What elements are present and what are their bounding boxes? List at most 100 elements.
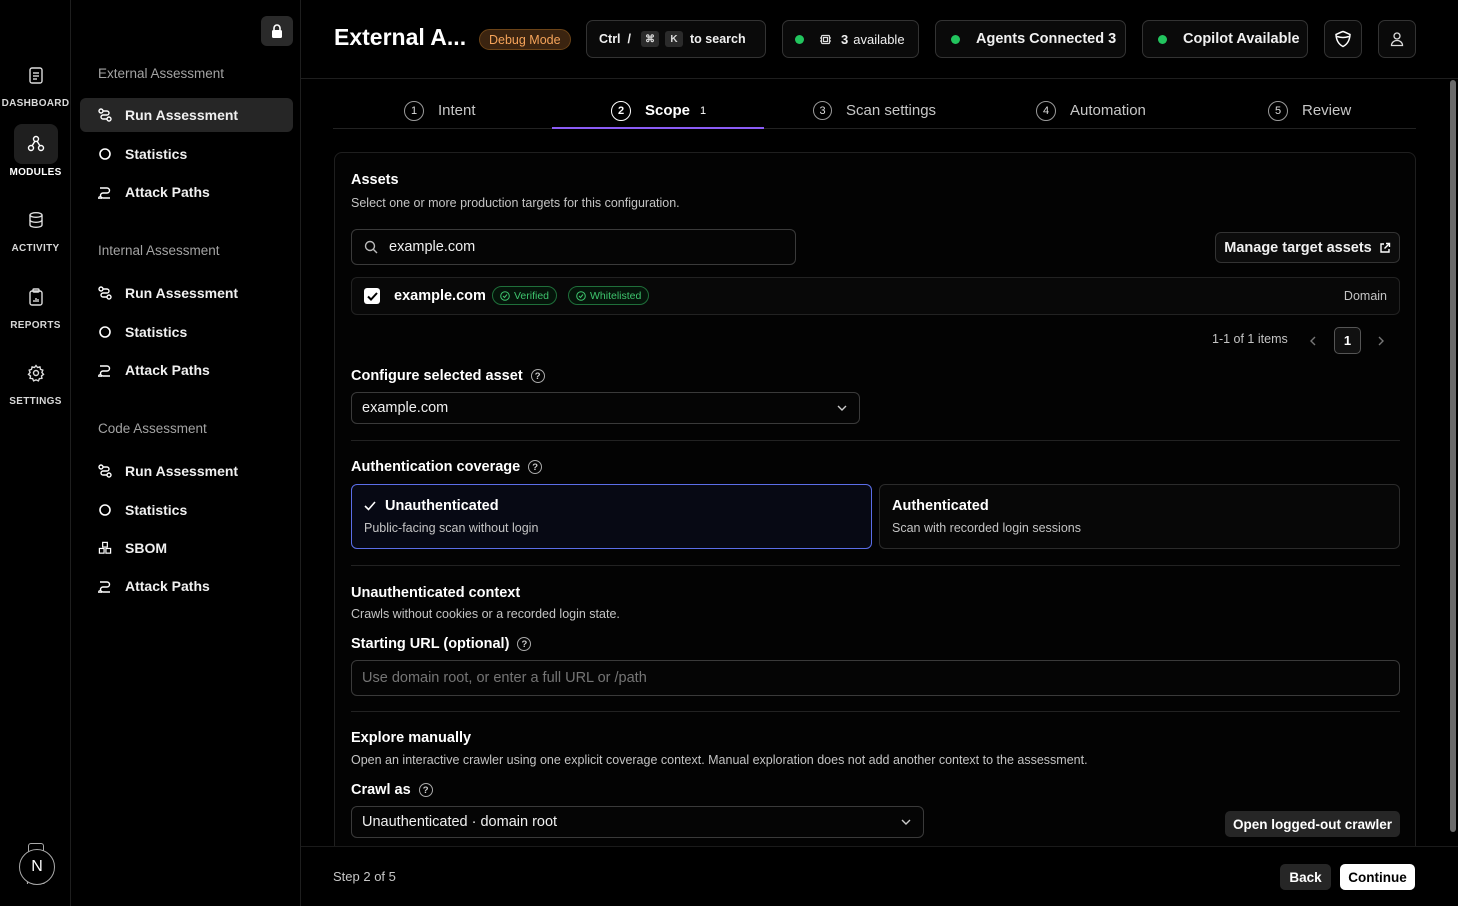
starting-url-input[interactable] (351, 660, 1400, 696)
gear-icon (14, 353, 58, 393)
tab-number: 2 (611, 100, 631, 121)
rail-item-settings[interactable]: SETTINGS (0, 353, 71, 407)
lock-sidebar-button[interactable] (261, 16, 293, 46)
ctrl-key: Ctrl (599, 32, 621, 46)
wizard-tabs: 1 Intent 2 Scope 1 3 Scan settings 4 Aut… (333, 92, 1416, 129)
chevron-down-icon (837, 405, 847, 411)
configure-asset-label: Configure selected asset ? (351, 368, 545, 384)
tab-count: 1 (700, 104, 707, 117)
tab-label: Review (1302, 102, 1352, 119)
auth-option-authenticated[interactable]: Authenticated Scan with recorded login s… (879, 484, 1400, 549)
rail-item-reports[interactable]: REPORTS (0, 277, 71, 331)
user-icon (1390, 32, 1404, 47)
assets-description: Select one or more production targets fo… (351, 196, 680, 210)
tab-scope[interactable]: 2 Scope 1 (611, 92, 706, 129)
sidebar: External Assessment Run Assessment Stati… (71, 0, 301, 906)
whitelisted-badge: Whitelisted (568, 286, 650, 305)
sidebar-item-label: SBOM (125, 540, 167, 556)
available-status[interactable]: 3 available (782, 20, 919, 58)
chevron-right-icon (1378, 336, 1384, 345)
badge-label: Whitelisted (590, 289, 642, 302)
sidebar-item-external-run-assessment[interactable]: Run Assessment (80, 98, 293, 132)
path-icon (98, 363, 112, 377)
tab-scan-settings[interactable]: 3 Scan settings (813, 92, 936, 129)
sidebar-item-internal-statistics[interactable]: Statistics (80, 315, 293, 349)
sidebar-item-code-attack-paths[interactable]: Attack Paths (80, 569, 293, 603)
search-value: example.com (389, 239, 476, 255)
rail-label: SETTINGS (9, 396, 62, 407)
wizard-footer: Step 2 of 5 Back Continue (301, 846, 1458, 906)
rail-item-modules[interactable]: MODULES (0, 124, 71, 178)
check-icon (366, 291, 378, 301)
help-icon[interactable]: ? (530, 369, 545, 383)
label-text: Authentication coverage (351, 459, 521, 475)
tab-automation[interactable]: 4 Automation (1036, 92, 1146, 129)
asset-name: example.com (394, 288, 486, 304)
debug-mode-badge: Debug Mode (479, 29, 571, 50)
asset-type: Domain (1343, 289, 1387, 303)
copilot-status[interactable]: Copilot Available (1142, 20, 1308, 58)
sidebar-item-label: Run Assessment (125, 107, 239, 123)
avatar[interactable]: N (19, 849, 55, 885)
rail-item-dashboard[interactable]: DASHBOARD (0, 55, 71, 109)
option-title-text: Unauthenticated (385, 498, 499, 514)
report-icon (14, 277, 58, 317)
modules-icon (13, 124, 58, 164)
crawl-as-label: Crawl as ? (351, 782, 433, 798)
divider (351, 711, 1400, 712)
open-logged-out-crawler-button[interactable]: Open logged-out crawler (1225, 811, 1400, 837)
auth-option-unauthenticated[interactable]: Unauthenticated Public-facing scan witho… (351, 484, 872, 549)
rail-label: DASHBOARD (1, 98, 70, 109)
sidebar-item-external-attack-paths[interactable]: Attack Paths (80, 175, 293, 209)
help-icon[interactable]: ? (517, 637, 532, 651)
sidebar-item-label: Attack Paths (125, 184, 210, 200)
agents-connected-status[interactable]: Agents Connected 3 (935, 20, 1126, 58)
search-hint: to search (690, 32, 746, 46)
sidebar-item-label: Attack Paths (125, 578, 210, 594)
shield-button[interactable] (1324, 20, 1362, 58)
help-icon[interactable]: ? (418, 783, 433, 797)
continue-button[interactable]: Continue (1340, 864, 1415, 890)
search-shortcut-button[interactable]: Ctrl / ⌘ K to search (586, 20, 766, 58)
next-page-button[interactable] (1368, 327, 1395, 354)
tab-label: Scan settings (846, 102, 937, 119)
divider (351, 440, 1400, 441)
user-menu-button[interactable] (1378, 20, 1416, 58)
route-icon (98, 464, 112, 478)
option-description: Scan with recorded login sessions (892, 521, 1081, 535)
page-title: External A... (334, 24, 467, 50)
crawl-as-select[interactable]: Unauthenticated · domain root (351, 806, 924, 838)
sidebar-item-label: Statistics (125, 324, 188, 340)
rail-item-activity[interactable]: ACTIVITY (0, 200, 71, 254)
pagination-summary: 1-1 of 1 items (1212, 332, 1288, 346)
tab-number: 1 (404, 100, 424, 121)
tab-number: 3 (813, 101, 832, 120)
page-1-button[interactable]: 1 (1334, 327, 1361, 354)
tab-intent[interactable]: 1 Intent (404, 92, 476, 129)
sidebar-item-code-statistics[interactable]: Statistics (80, 493, 293, 527)
tab-label: Automation (1070, 102, 1146, 119)
asset-row[interactable]: example.com Verified Whitelisted Domain (351, 277, 1400, 315)
sidebar-item-label: Run Assessment (125, 285, 239, 301)
main-scrollbar[interactable] (1450, 80, 1456, 832)
sidebar-item-internal-attack-paths[interactable]: Attack Paths (80, 353, 293, 387)
sidebar-item-code-sbom[interactable]: SBOM (80, 531, 293, 565)
sidebar-item-external-statistics[interactable]: Statistics (80, 137, 293, 171)
status-dot (1158, 34, 1167, 44)
k-key: K (665, 31, 684, 47)
tab-review[interactable]: 5 Review (1268, 92, 1351, 129)
back-button[interactable]: Back (1280, 864, 1331, 890)
manage-target-assets-button[interactable]: Manage target assets (1215, 232, 1400, 263)
configure-asset-select[interactable]: example.com (351, 392, 860, 424)
pie-icon (98, 147, 112, 161)
help-icon[interactable]: ? (528, 460, 543, 474)
chevron-left-icon (1310, 336, 1316, 345)
prev-page-button[interactable] (1299, 327, 1326, 354)
asset-search-input[interactable]: example.com (351, 229, 796, 265)
sidebar-item-internal-run-assessment[interactable]: Run Assessment (80, 276, 293, 310)
sidebar-item-code-run-assessment[interactable]: Run Assessment (80, 454, 293, 488)
rail-label: ACTIVITY (11, 243, 60, 254)
chip-icon (820, 34, 831, 44)
asset-checkbox[interactable] (364, 288, 380, 304)
scope-card: Assets Select one or more production tar… (334, 152, 1416, 906)
